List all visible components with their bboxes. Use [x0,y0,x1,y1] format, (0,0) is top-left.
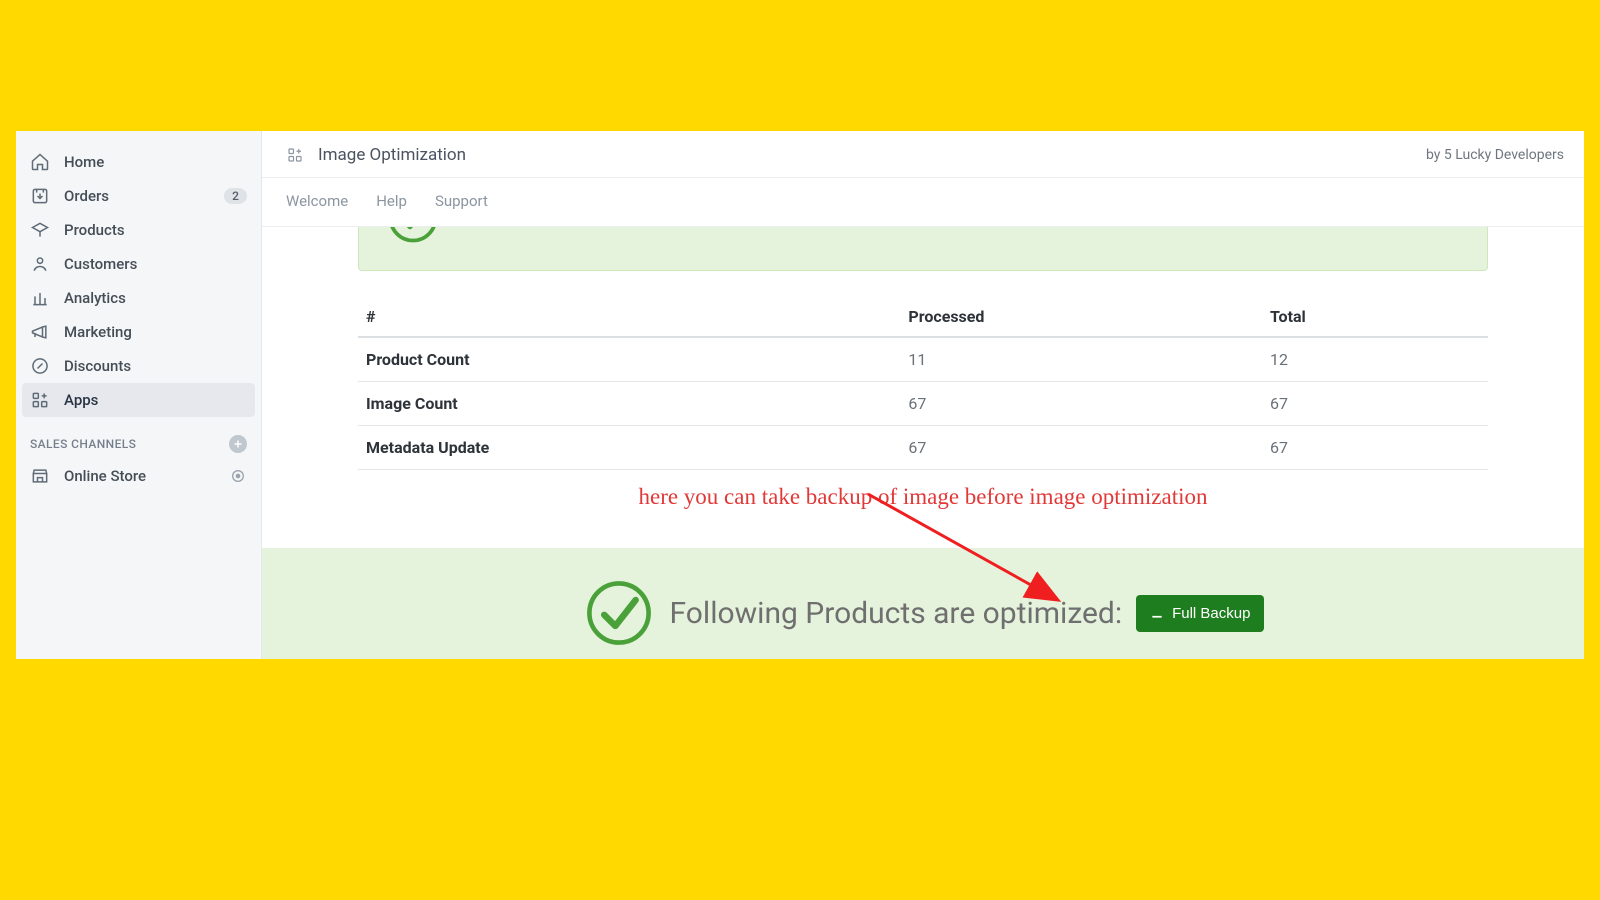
view-store-icon[interactable] [229,467,247,485]
orders-icon [30,186,50,206]
sidebar-item-label: Marketing [64,323,247,341]
check-icon [582,576,656,650]
subnav-item-welcome[interactable]: Welcome [286,192,348,210]
analytics-icon [30,288,50,308]
row-processed: 11 [900,337,1262,382]
row-processed: 67 [900,426,1262,470]
products-icon [30,220,50,240]
row-processed: 67 [900,382,1262,426]
sidebar-item-home[interactable]: Home [16,145,261,179]
row-total: 67 [1262,426,1488,470]
subnav-item-support[interactable]: Support [435,192,488,210]
check-icon [383,227,443,248]
backup-button-label: Full Backup [1172,605,1250,622]
add-channel-button[interactable] [229,435,247,453]
row-total: 67 [1262,382,1488,426]
row-total: 12 [1262,337,1488,382]
home-icon [30,152,50,172]
sidebar-item-marketing[interactable]: Marketing [16,315,261,349]
annotation-text: here you can take backup of image before… [262,484,1584,510]
sidebar-item-label: Home [64,153,247,171]
content-area: # Processed Total Product Count 11 12 Im… [262,227,1584,659]
sidebar-item-customers[interactable]: Customers [16,247,261,281]
sidebar-section-label: SALES CHANNELS [30,437,136,451]
row-label: Metadata Update [358,426,900,470]
table-row: Image Count 67 67 [358,382,1488,426]
banner-text: Following Products are optimized: [670,596,1123,631]
sidebar-item-label: Customers [64,255,247,273]
table-row: Product Count 11 12 [358,337,1488,382]
subnav: Welcome Help Support [262,178,1584,227]
col-hash: # [358,297,900,337]
download-icon [1150,606,1164,620]
customers-icon [30,254,50,274]
sidebar-item-label: Apps [64,391,241,409]
col-total: Total [1262,297,1488,337]
main-pane: Image Optimization by 5 Lucky Developers… [262,131,1584,659]
sidebar-item-label: Products [64,221,247,239]
top-alert-banner [358,227,1488,271]
optimized-banner: Following Products are optimized: Full B… [262,548,1584,659]
orders-badge: 2 [224,188,247,204]
app-header: Image Optimization by 5 Lucky Developers [262,131,1584,178]
apps-grid-icon [286,146,304,164]
row-label: Image Count [358,382,900,426]
marketing-icon [30,322,50,342]
sidebar-item-label: Orders [64,187,210,205]
subnav-item-help[interactable]: Help [376,192,407,210]
row-label: Product Count [358,337,900,382]
col-processed: Processed [900,297,1262,337]
sidebar-item-label: Discounts [64,357,247,375]
app-window: Home Orders 2 Products Customers Analy [16,131,1584,659]
sidebar-item-label: Analytics [64,289,247,307]
sidebar-item-orders[interactable]: Orders 2 [16,179,261,213]
sidebar-item-discounts[interactable]: Discounts [16,349,261,383]
sidebar-item-online-store[interactable]: Online Store [16,459,261,493]
discounts-icon [30,356,50,376]
full-backup-button[interactable]: Full Backup [1136,595,1264,632]
apps-icon [30,390,50,410]
sidebar-item-products[interactable]: Products [16,213,261,247]
app-byline: by 5 Lucky Developers [1426,147,1564,163]
store-icon [30,466,50,486]
sidebar-item-apps[interactable]: Apps [22,383,255,417]
sidebar-item-label: Online Store [64,467,215,485]
app-title: Image Optimization [318,145,466,165]
sidebar-section-header: SALES CHANNELS [16,417,261,459]
stats-table: # Processed Total Product Count 11 12 Im… [358,297,1488,470]
sidebar-item-analytics[interactable]: Analytics [16,281,261,315]
table-row: Metadata Update 67 67 [358,426,1488,470]
sidebar: Home Orders 2 Products Customers Analy [16,131,262,659]
